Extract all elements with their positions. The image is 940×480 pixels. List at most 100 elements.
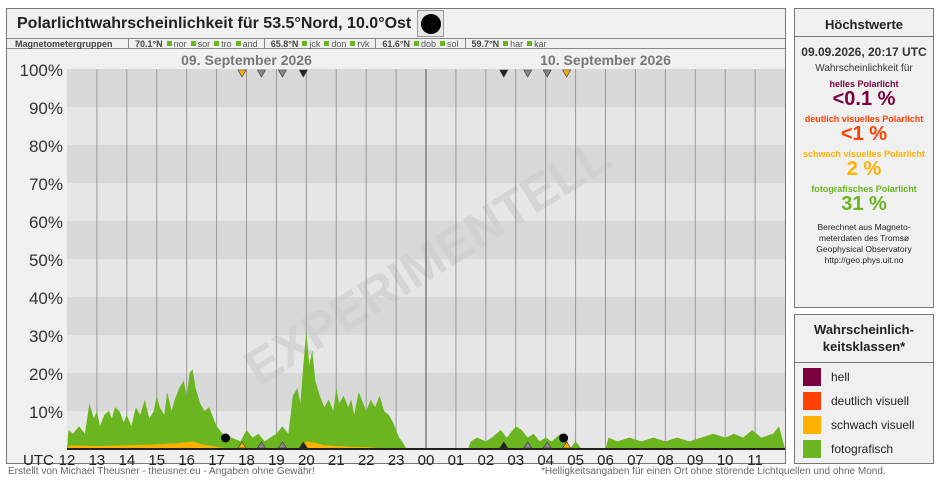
y-tick-label: 50% — [29, 251, 63, 270]
page-title: Polarlichtwahrscheinlichkeit für 53.5°No… — [17, 15, 412, 32]
station-status-icon — [235, 41, 241, 46]
max-datetime: 09.09.2026, 20:17 UTC — [801, 45, 927, 59]
legend-swatch — [803, 416, 821, 434]
legend-label: fotografisch — [831, 442, 894, 456]
magnetometer-group: 65.8°N jck don rvk — [263, 38, 376, 49]
max-class-value: 31 % — [841, 193, 887, 215]
footer-credit: Erstellt von Michael Theusner - theusner… — [8, 466, 315, 477]
x-tick-label: 03 — [507, 452, 524, 465]
x-tick-label: 01 — [448, 452, 465, 465]
station-label: tro — [221, 38, 232, 49]
station-status-icon — [413, 41, 419, 46]
source-line: http://geo.phys.uit.no — [824, 255, 904, 265]
x-tick-label: 17 — [208, 452, 225, 465]
station-dob: dob — [413, 39, 436, 49]
station-sor: sor — [190, 38, 211, 49]
x-tick-label: 02 — [477, 452, 494, 465]
legend-header-line: keitsklassen* — [822, 339, 906, 354]
legend-swatch — [803, 440, 821, 458]
station-sol: sol — [440, 39, 459, 49]
date-label: 10. September 2026 — [540, 52, 671, 68]
station-and: and — [235, 38, 258, 49]
x-tick-label: 00 — [418, 452, 435, 465]
station-status-icon — [214, 41, 220, 46]
max-class-value: <0.1 % — [832, 88, 896, 110]
x-tick-label: 05 — [567, 452, 584, 465]
magnetometer-group: 61.6°N dob sol — [375, 38, 464, 49]
station-kar: kar — [527, 39, 547, 49]
moon-event-dot — [221, 433, 231, 443]
legend-panel: Wahrscheinlich- keitsklassen* hell deutli… — [794, 314, 934, 464]
legend-item: fotografisch — [795, 437, 933, 461]
legend-item: deutlich visuell — [795, 389, 933, 413]
source-note: Berechnet aus Magneto-meterdaten des Tro… — [795, 222, 933, 266]
x-tick-label: 12 — [59, 452, 76, 465]
footer-note: *Helligkeitsangaben für einen Ort ohne s… — [541, 466, 886, 477]
magnetometer-group: 59.7°N har kar — [464, 38, 553, 49]
moon-phase-icon — [417, 10, 444, 37]
group-latitude: 59.7°N — [471, 38, 500, 49]
y-tick-label: 60% — [29, 213, 63, 232]
station-label: nor — [173, 38, 187, 49]
legend-item: hell — [795, 365, 933, 389]
station-label: sor — [197, 38, 211, 49]
legend-items: hell deutlich visuell schwach visuell fotog… — [795, 363, 933, 461]
chart-area: EXPERIMENTELL100%90%80%70%60%50%40%30%20… — [20, 52, 785, 465]
x-tick-label: 08 — [657, 452, 674, 465]
station-rvk: rvk — [350, 39, 369, 49]
station-label: kar — [534, 38, 547, 49]
legend-header-line: Wahrscheinlich- — [814, 322, 914, 337]
moon-event-dot — [559, 433, 569, 443]
station-jck: jck — [302, 39, 320, 49]
x-unit-label: UTC — [23, 452, 54, 465]
group-latitude: 70.1°N — [135, 38, 163, 49]
station-label: rvk — [357, 38, 370, 49]
max-values-panel: Höchstwerte 09.09.2026, 20:17 UTC Wahrsc… — [794, 8, 934, 308]
x-tick-label: 19 — [268, 452, 285, 465]
legend-swatch — [803, 368, 821, 386]
group-latitude: 61.6°N — [382, 38, 410, 49]
moon-disc — [421, 14, 441, 34]
x-tick-label: 20 — [298, 452, 315, 465]
x-tick-label: 10 — [717, 452, 734, 465]
max-classes: helles Polarlicht <0.1 % deutlich visuelle… — [795, 79, 933, 214]
magnetometer-label: Magnetometergruppen — [15, 38, 113, 49]
y-tick-label: 90% — [29, 99, 63, 118]
y-tick-label: 20% — [29, 365, 63, 384]
station-status-icon — [324, 41, 330, 46]
x-tick-label: 13 — [89, 452, 106, 465]
x-tick-label: 06 — [597, 452, 614, 465]
y-tick-label: 100% — [20, 61, 63, 80]
date-label: 09. September 2026 — [181, 52, 312, 68]
station-status-icon — [440, 41, 446, 46]
x-tick-label: 18 — [238, 452, 255, 465]
x-tick-label: 15 — [148, 452, 165, 465]
station-status-icon — [302, 41, 308, 46]
source-line: Geophysical Observatory — [816, 244, 912, 254]
max-values-header: Höchstwerte — [795, 9, 933, 37]
x-tick-label: 16 — [178, 452, 195, 465]
probability-label: Wahrscheinlichkeit für — [815, 63, 913, 74]
x-tick-label: 11 — [747, 452, 763, 465]
station-status-icon — [166, 41, 172, 46]
station-label: har — [510, 38, 524, 49]
station-status-icon — [527, 41, 533, 46]
source-line: meterdaten des Tromsø — [818, 233, 910, 243]
station-nor: nor — [166, 38, 187, 49]
legend-label: deutlich visuell — [831, 394, 910, 408]
max-class-value: <1 % — [840, 123, 888, 145]
station-label: and — [242, 38, 258, 49]
station-label: sol — [447, 38, 459, 49]
y-tick-label: 40% — [29, 289, 63, 308]
legend-label: schwach visuell — [831, 418, 915, 432]
x-tick-label: 21 — [328, 452, 345, 465]
group-latitude: 65.8°N — [270, 38, 299, 49]
legend-item: schwach visuell — [795, 413, 933, 437]
x-tick-label: 07 — [627, 452, 644, 465]
x-tick-label: 04 — [537, 452, 554, 465]
magnetometer-group: 70.1°N nor sor tro and — [128, 38, 264, 49]
legend-header: Wahrscheinlich- keitsklassen* — [795, 315, 933, 363]
source-line: Berechnet aus Magneto- — [817, 222, 911, 232]
station-status-icon — [350, 41, 356, 46]
x-tick-label: 14 — [118, 452, 135, 465]
